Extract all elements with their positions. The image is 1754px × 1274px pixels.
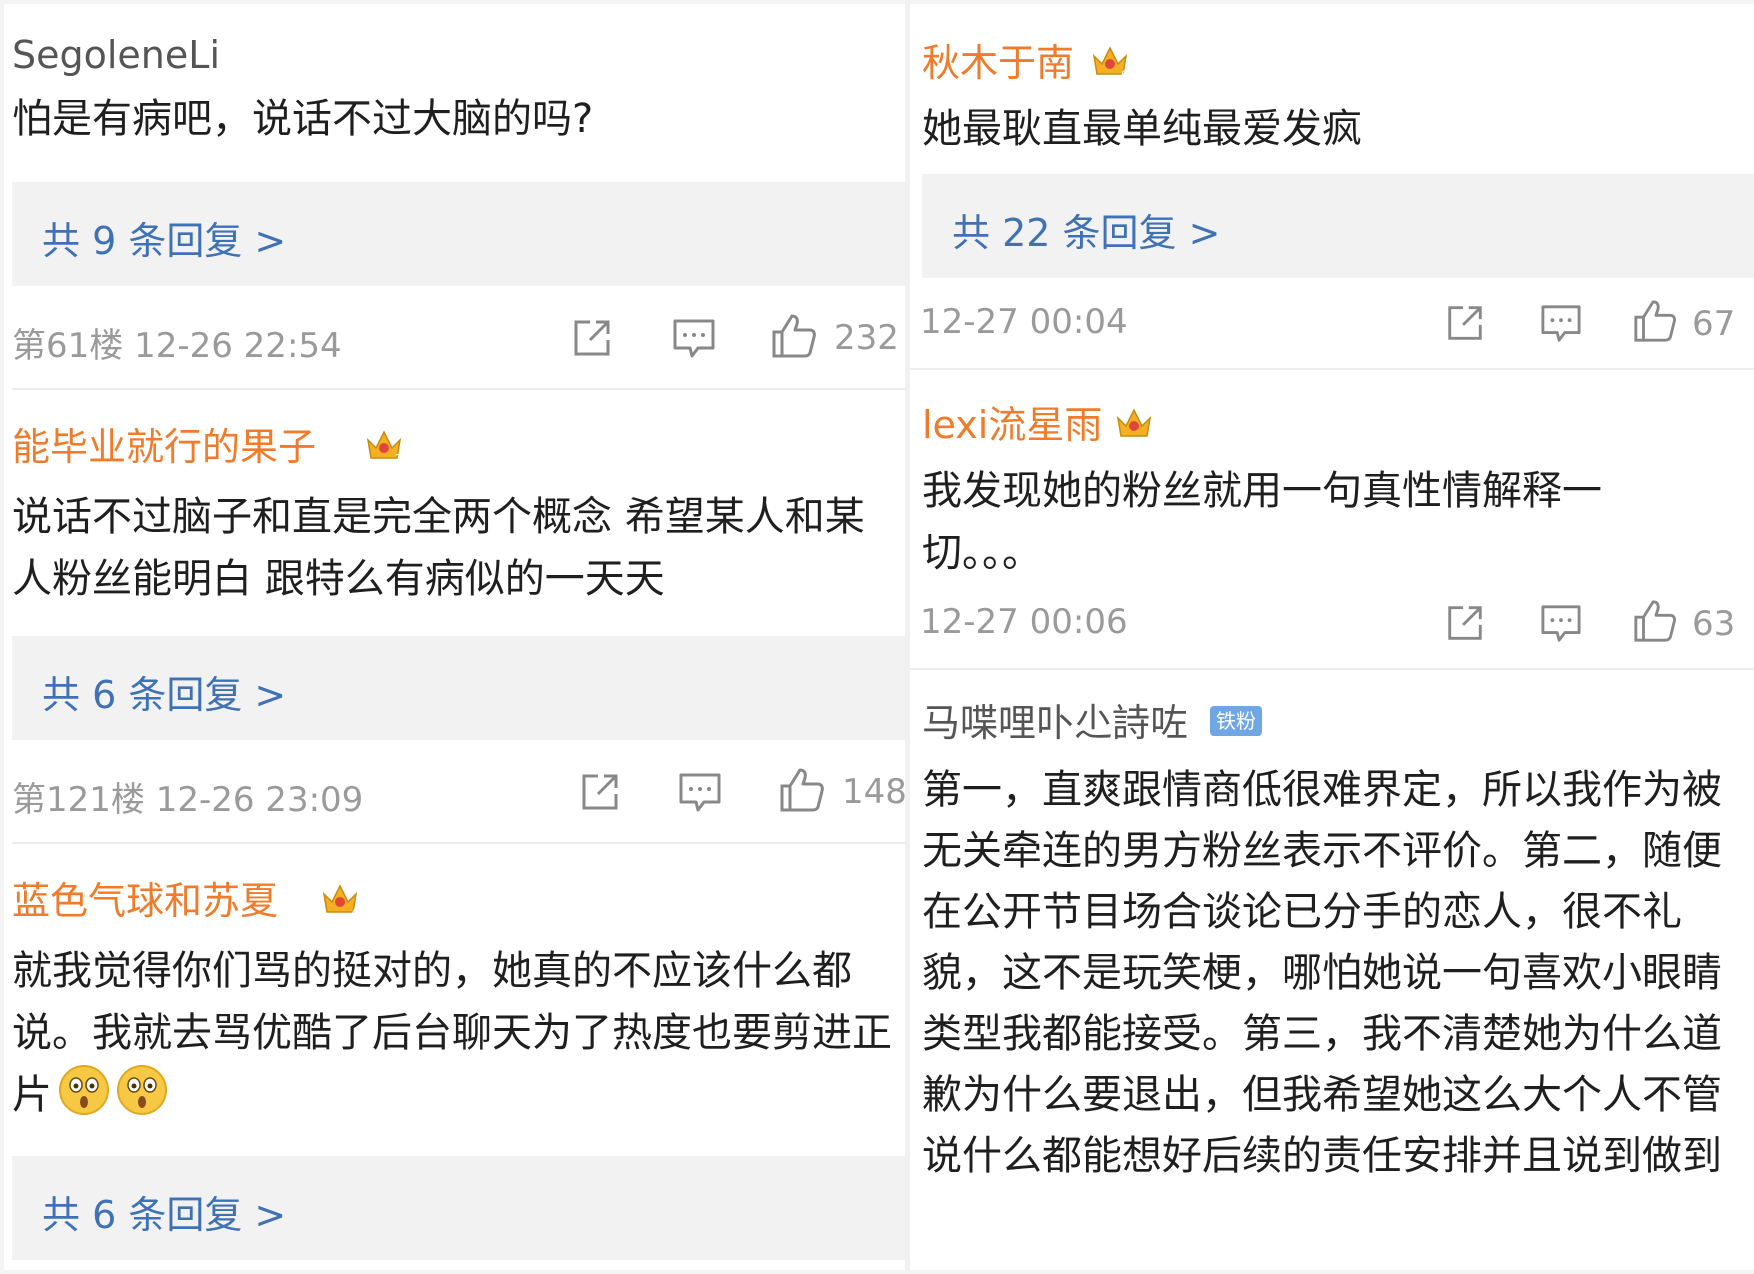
crown-badge-icon: 2	[366, 430, 402, 465]
comment-username[interactable]: lexi流星雨	[922, 402, 1102, 448]
replies-box[interactable]: 共 6 条回复 >	[12, 1156, 905, 1260]
comment-icon[interactable]	[672, 318, 716, 360]
like-count: 67	[1692, 304, 1736, 344]
share-icon[interactable]	[1444, 302, 1486, 344]
comment-text: 怕是有病吧，说话不过大脑的吗?	[12, 96, 594, 142]
comment-meta: 12-27 00:04	[920, 302, 1128, 342]
thumbs-up-icon[interactable]	[1632, 298, 1678, 344]
thumbs-up-icon[interactable]	[778, 766, 826, 814]
astonished-emoji-icon	[59, 1065, 109, 1115]
replies-box[interactable]: 共 9 条回复 >	[12, 182, 905, 286]
comment-icon[interactable]	[1540, 604, 1582, 644]
comment-icon[interactable]	[678, 772, 722, 814]
replies-box[interactable]: 共 22 条回复 >	[922, 174, 1754, 278]
comment-meta: 12-27 00:06	[920, 602, 1128, 642]
comment-text: 她最耿直最单纯最爱发疯	[922, 106, 1362, 152]
crown-badge-icon: 4	[322, 884, 358, 919]
astonished-emoji-icon	[117, 1065, 167, 1115]
badge-level: 4	[351, 906, 358, 919]
view-replies-link[interactable]: 共 6 条回复 >	[42, 1184, 286, 1239]
comment-username[interactable]: 能毕业就行的果子	[12, 424, 316, 470]
fan-badge: 铁粉	[1210, 706, 1262, 736]
crown-badge-icon: 6	[1092, 46, 1128, 81]
like-count: 232	[834, 318, 899, 358]
comment-divider	[12, 388, 905, 390]
view-replies-link[interactable]: 共 22 条回复 >	[952, 202, 1220, 257]
comment-meta: 第61楼 12-26 22:54	[12, 326, 342, 366]
share-icon[interactable]	[570, 316, 614, 360]
comment-text: 说话不过脑子和直是完全两个概念 希望某人和某人粉丝能明白 跟特么有病似的一天天	[12, 494, 865, 602]
right-comment-column: 秋木于南 6 她最耿直最单纯最爱发疯 共 22 条回复 > 12-27 00:0…	[910, 0, 1754, 1274]
badge-level: 6	[1121, 68, 1128, 81]
share-icon[interactable]	[578, 770, 622, 814]
comment-text: 第一，直爽跟情商低很难界定，所以我作为被无关牵连的男方粉丝表示不评价。第二，随便…	[922, 767, 1722, 1179]
comment-divider	[910, 668, 1754, 670]
comment-divider	[12, 842, 905, 844]
comment-text: 我发现她的粉丝就用一句真性情解释一切。。。	[922, 468, 1602, 576]
crown-badge-icon	[1116, 408, 1152, 437]
like-count: 63	[1692, 604, 1736, 644]
left-comment-column: SegoleneLi 怕是有病吧，说话不过大脑的吗? 共 9 条回复 > 第61…	[0, 0, 905, 1274]
thumbs-up-icon[interactable]	[1632, 598, 1678, 644]
view-replies-link[interactable]: 共 6 条回复 >	[42, 664, 286, 719]
comment-meta: 第121楼 12-26 23:09	[12, 780, 364, 820]
share-icon[interactable]	[1444, 602, 1486, 644]
comment-text: 就我觉得你们骂的挺对的，她真的不应该什么都说。我就去骂优酷了后台聊天为了热度也要…	[12, 940, 897, 1126]
comment-username[interactable]: 蓝色气球和苏夏	[12, 878, 278, 924]
like-count: 148	[842, 772, 905, 812]
badge-level: 2	[395, 452, 402, 465]
thumbs-up-icon[interactable]	[770, 312, 818, 360]
replies-box[interactable]: 共 6 条回复 >	[12, 636, 905, 740]
comment-divider	[910, 368, 1754, 370]
comment-username[interactable]: 秋木于南	[922, 40, 1074, 86]
view-replies-link[interactable]: 共 9 条回复 >	[42, 210, 286, 265]
comment-icon[interactable]	[1540, 304, 1582, 344]
comment-username[interactable]: SegoleneLi	[12, 32, 220, 78]
comment-username[interactable]: 马喋哩卟尐詩咗	[922, 700, 1188, 746]
